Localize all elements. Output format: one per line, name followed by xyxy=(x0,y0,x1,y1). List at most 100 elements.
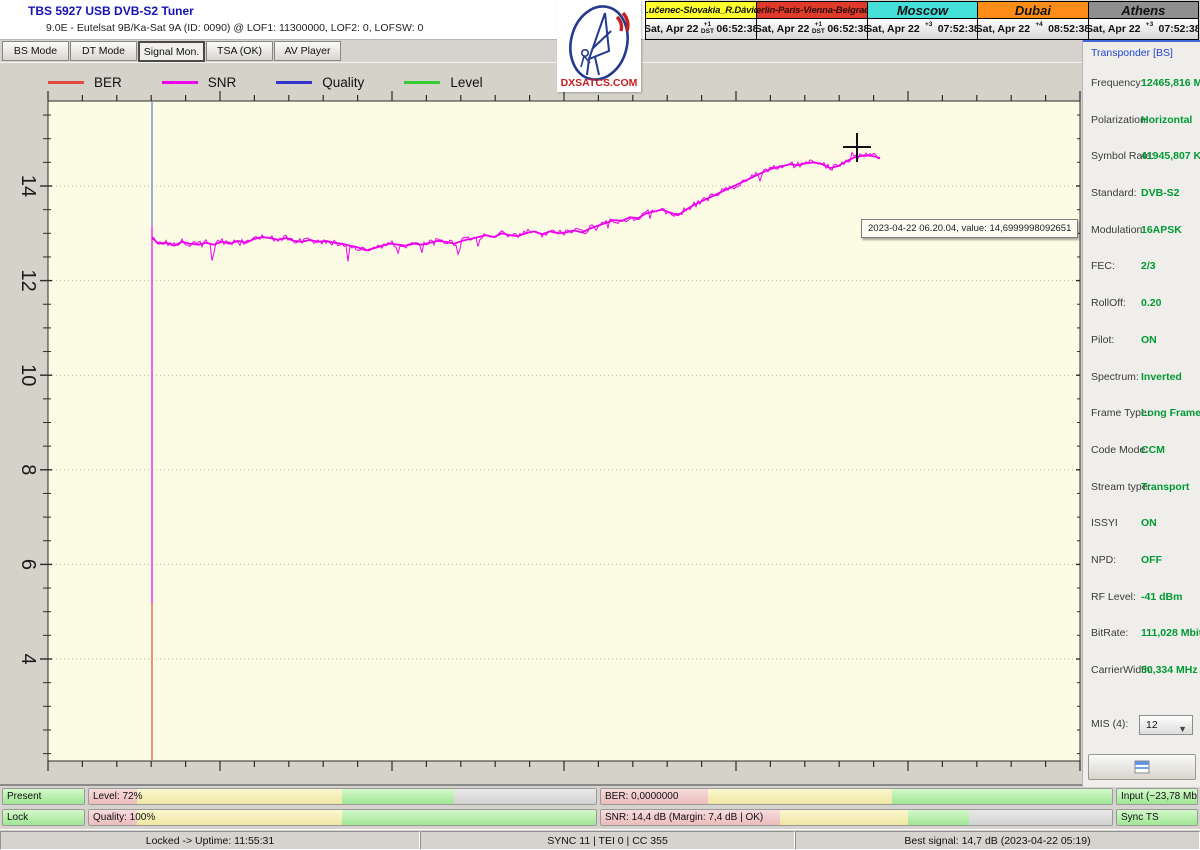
tuner-subtitle: 9.0E - Eutelsat 9B/Ka-Sat 9A (ID: 0090) … xyxy=(46,22,423,34)
y-axis-tick-label: 8 xyxy=(17,464,39,475)
status-sync-counters: SYNC 11 | TEI 0 | CC 355 xyxy=(420,831,795,850)
legend-line-swatch xyxy=(48,81,84,84)
clock-date: Sat, Apr 22 xyxy=(867,23,920,35)
legend-line-swatch xyxy=(404,81,440,84)
y-axis-tick-label: 14 xyxy=(17,175,39,197)
field-label: Modulation: xyxy=(1091,224,1145,236)
bar-segment xyxy=(969,810,1112,825)
clock-city-label: Berlin-Paris-Vienna-Belgrade xyxy=(757,2,866,19)
field-label: FEC: xyxy=(1091,260,1115,272)
bar-segment xyxy=(454,789,596,804)
clock-column: Berlin-Paris-Vienna-BelgradeSat, Apr 22+… xyxy=(756,2,866,39)
clock-date: Sat, Apr 22 xyxy=(977,23,1030,35)
field-value: ON xyxy=(1141,517,1157,529)
field-value: 50,334 MHz xyxy=(1141,664,1198,676)
bar-label: Lock xyxy=(7,810,28,826)
signal-status-bars: PresentLevel: 72% BER: 0,0000000 Input (~2… xyxy=(0,788,1200,828)
transponder-field: Standard: DVB-S2 xyxy=(1083,176,1200,213)
legend-line-swatch xyxy=(162,81,198,84)
field-label: Standard: xyxy=(1091,187,1137,199)
bar-segment xyxy=(708,789,892,804)
clock-time: Sat, Apr 22+4 08:52:38 xyxy=(978,19,1087,39)
mode-tabs: BS ModeDT ModeSignal Mon.TSA (OK)AV Play… xyxy=(2,41,341,62)
mis-select[interactable]: 12 ▼ xyxy=(1139,715,1193,735)
clock-hms: 07:52:38 xyxy=(1159,23,1198,35)
clock-column: Lučenec-Slovakia_R.Dávid Sat, Apr 22+1DST… xyxy=(646,2,756,39)
field-label: RF Level: xyxy=(1091,591,1136,603)
field-label: Code Mode: xyxy=(1091,444,1148,456)
mis-selected-value: 12 xyxy=(1146,719,1158,731)
tab-tsa-ok-[interactable]: TSA (OK) xyxy=(206,41,273,61)
tab-signal-mon-[interactable]: Signal Mon. xyxy=(138,41,205,62)
tab-dt-mode[interactable]: DT Mode xyxy=(70,41,137,61)
chart-settings-button[interactable] xyxy=(1088,754,1196,780)
bar-segment xyxy=(342,810,596,825)
satellite-dish-icon: DXSATCS.COM xyxy=(559,1,639,91)
bar-label: BER: 0,0000000 xyxy=(605,789,678,805)
transponder-field: Spectrum:Inverted xyxy=(1083,360,1200,397)
bar-segment xyxy=(137,810,342,825)
clock-date: Sat, Apr 22 xyxy=(756,23,809,35)
signal-chart-panel: BERSNRQualityLevel 468101214 2023-04-22 … xyxy=(0,62,1082,786)
bar-segment xyxy=(908,810,969,825)
status-lock-uptime: Locked -> Uptime: 11:55:31 xyxy=(0,831,420,850)
bar-label: SNR: 14,4 dB (Margin: 7,4 dB | OK) xyxy=(605,810,763,826)
bar-segment xyxy=(342,789,454,804)
clock-column: MoscowSat, Apr 22+3 07:52:38 xyxy=(867,2,977,39)
transponder-field: ISSYION xyxy=(1083,506,1200,543)
sidebar-title: Transponder [BS] xyxy=(1091,47,1173,59)
transponder-field: Stream type:Transport xyxy=(1083,470,1200,507)
y-axis-tick-label: 12 xyxy=(17,269,39,291)
plot-background[interactable] xyxy=(48,101,1080,761)
status-bar: Locked -> Uptime: 11:55:31 SYNC 11 | TEI… xyxy=(0,829,1200,850)
clock-column: DubaiSat, Apr 22+4 08:52:38 xyxy=(977,2,1087,39)
field-label: RollOff: xyxy=(1091,297,1126,309)
transponder-field: Frame Type:Long Frame xyxy=(1083,396,1200,433)
field-value: ON xyxy=(1141,334,1157,346)
field-value: CCM xyxy=(1141,444,1165,456)
clock-city-label: Dubai xyxy=(978,2,1087,19)
field-label: Pilot: xyxy=(1091,334,1114,346)
indicator-bar: Present xyxy=(2,788,85,805)
indicator-bar: BER: 0,0000000 xyxy=(600,788,1113,805)
field-value: -41 dBm xyxy=(1141,591,1182,603)
clock-hms: 07:52:38 xyxy=(938,23,977,35)
transponder-field: RF Level: -41 dBm xyxy=(1083,580,1200,617)
legend-item-level: Level xyxy=(404,75,482,90)
field-value: DVB-S2 xyxy=(1141,187,1180,199)
indicator-bar: Level: 72% xyxy=(88,788,597,805)
field-value: Transport xyxy=(1141,481,1189,493)
indicator-bar: Input (~23,78 Mbps) xyxy=(1116,788,1198,805)
field-value: 41945,807 KS/s xyxy=(1141,150,1200,162)
clock-date: Sat, Apr 22 xyxy=(1088,23,1141,35)
tab-bs-mode[interactable]: BS Mode xyxy=(2,41,69,61)
clock-hms: 08:52:38 xyxy=(1048,23,1087,35)
transponder-field: Symbol Rate:41945,807 KS/s xyxy=(1083,139,1200,176)
window-icon xyxy=(1134,760,1150,774)
legend-item-quality: Quality xyxy=(276,75,364,90)
transponder-sidebar: Transponder [BS] Frequency:12465,816 MHz… xyxy=(1082,40,1200,787)
tab-av-player[interactable]: AV Player xyxy=(274,41,341,61)
clock-city-label: Lučenec-Slovakia_R.Dávid xyxy=(646,2,756,19)
field-label: NPD: xyxy=(1091,554,1116,566)
legend-line-swatch xyxy=(276,81,312,84)
transponder-field: Code Mode:CCM xyxy=(1083,433,1200,470)
legend-item-snr: SNR xyxy=(162,75,237,90)
legend-label: BER xyxy=(94,75,122,90)
clock-time: Sat, Apr 22+1DST06:52:38 xyxy=(757,19,866,39)
signal-plot[interactable]: 468101214 xyxy=(0,63,1082,787)
indicator-bar: Sync TS xyxy=(1116,809,1198,826)
utc-offset: +1DST xyxy=(701,22,713,36)
clock-time: Sat, Apr 22+3 07:52:38 xyxy=(1089,19,1198,39)
clock-date: Sat, Apr 22 xyxy=(646,23,698,35)
clock-city-label: Moscow xyxy=(868,2,977,19)
legend-label: SNR xyxy=(208,75,237,90)
field-value: 16APSK xyxy=(1141,224,1182,236)
clock-time: Sat, Apr 22+3 07:52:38 xyxy=(868,19,977,39)
clock-column: AthensSat, Apr 22+3 07:52:38 xyxy=(1088,2,1198,39)
transponder-field: BitRate:111,028 Mbit/s xyxy=(1083,616,1200,653)
field-value: 0.20 xyxy=(1141,297,1161,309)
chevron-down-icon: ▼ xyxy=(1178,720,1187,738)
y-axis-tick-label: 10 xyxy=(17,364,39,386)
legend-label: Level xyxy=(450,75,482,90)
